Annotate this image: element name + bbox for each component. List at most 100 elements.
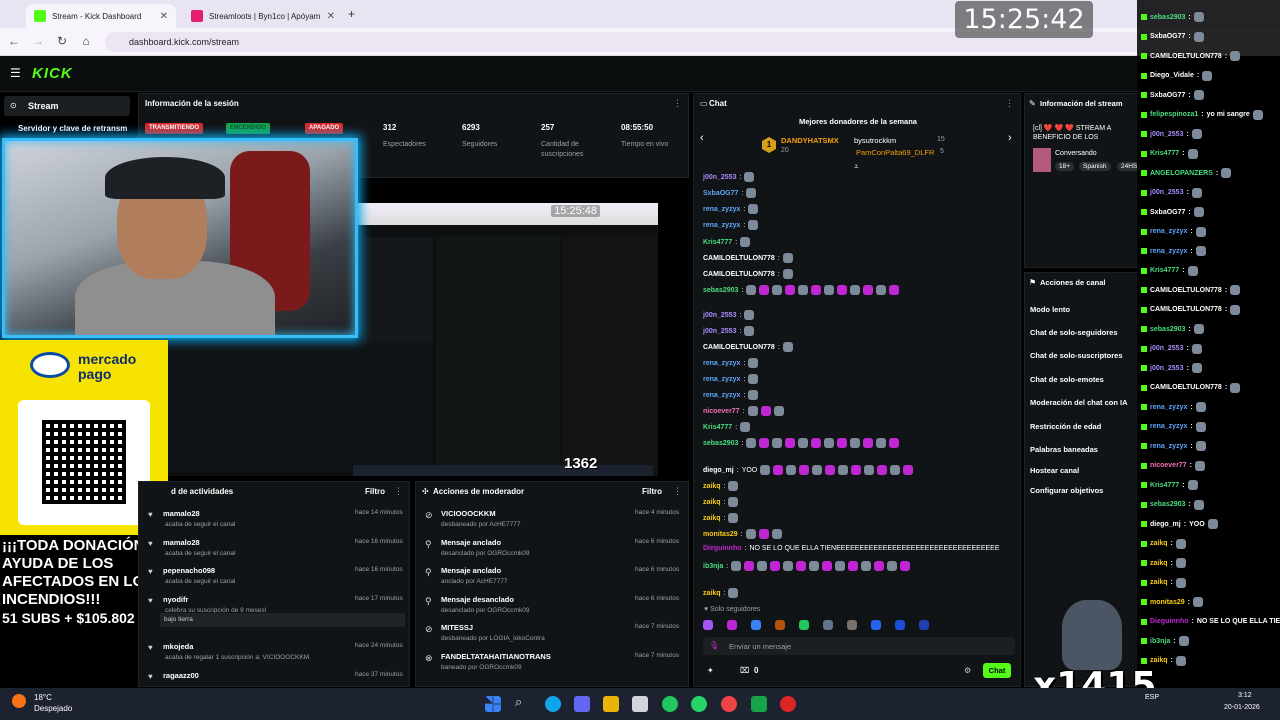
chat-username[interactable]: zaikq <box>703 483 721 490</box>
chat-username[interactable]: rena_zyzyx <box>703 222 740 229</box>
chat-input[interactable]: 🎙 Enviar un mensaje <box>703 637 1015 655</box>
new-tab-icon[interactable]: + <box>348 7 355 21</box>
more-options-icon[interactable]: ⋮ <box>673 98 682 109</box>
gift-icon[interactable]: ⌧ <box>740 666 749 675</box>
channel-action-item[interactable]: Moderación del chat con IA <box>1030 398 1138 407</box>
chat-username[interactable]: CAMILOELTULON778 <box>703 344 775 351</box>
edge-icon[interactable] <box>545 696 561 712</box>
moderator-filter-button[interactable]: Filtro <box>642 487 662 496</box>
chat-username[interactable]: diego_mj <box>703 467 734 474</box>
kick-logo[interactable]: KICK <box>32 65 73 82</box>
file-explorer-icon[interactable] <box>603 696 619 712</box>
emote-icon[interactable] <box>919 620 929 630</box>
tag-spanish[interactable]: Spanish <box>1079 162 1111 171</box>
channel-action-item[interactable]: Configurar objetivos <box>1030 486 1138 495</box>
emote-icon[interactable] <box>703 620 713 630</box>
moderator-action-title[interactable]: Mensaje anclado <box>441 566 501 575</box>
taskbar-time[interactable]: 3:12 <box>1238 692 1252 699</box>
chat-username[interactable]: zaikq <box>703 590 721 597</box>
photos-icon[interactable] <box>632 696 648 712</box>
chat-username[interactable]: Dieguinnho <box>703 545 742 552</box>
whatsapp-icon[interactable] <box>691 696 707 712</box>
chat-username[interactable]: monitas29 <box>703 531 738 538</box>
chat-username[interactable]: nicoever77 <box>703 408 740 415</box>
channel-action-item[interactable]: Chat de solo-suscriptores <box>1030 351 1138 360</box>
nav-stream[interactable]: ⊙ Stream <box>4 96 130 116</box>
moderator-action-title[interactable]: VICIOOOCKKM <box>441 509 496 518</box>
channel-action-item[interactable]: Chat de solo-seguidores <box>1030 328 1138 337</box>
activity-username[interactable]: mamalo28 <box>163 509 200 518</box>
chat-username[interactable]: j00n_2553 <box>703 174 736 181</box>
activity-username[interactable]: mamalo28 <box>163 538 200 547</box>
more-options-icon[interactable]: ⋮ <box>394 486 403 497</box>
expand-chevron-icon[interactable]: ⩡ <box>854 162 859 172</box>
emote-icon[interactable] <box>727 620 737 630</box>
chat-username[interactable]: rena_zyzyx <box>703 360 740 367</box>
points-icon[interactable]: ✦ <box>707 666 714 675</box>
weather-desc[interactable]: Despejado <box>34 704 72 713</box>
channel-action-item[interactable]: Modo lento <box>1030 305 1138 314</box>
chat-username[interactable]: Kris4777 <box>703 424 732 431</box>
menu-icon[interactable]: ☰ <box>10 66 21 80</box>
donors-prev-icon[interactable]: ‹ <box>700 132 704 144</box>
back-icon[interactable]: ← <box>6 34 22 48</box>
close-tab-icon[interactable]: ✕ <box>160 11 168 22</box>
chat-username[interactable]: zaikq <box>703 515 721 522</box>
moderator-action-title[interactable]: Mensaje desanclado <box>441 595 514 604</box>
send-chat-button[interactable]: Chat <box>983 663 1011 678</box>
activity-username[interactable]: ragaazz00 <box>163 671 199 680</box>
donors-next-icon[interactable]: › <box>1008 132 1012 144</box>
home-icon[interactable]: ⌂ <box>78 34 94 48</box>
chat-username[interactable]: j00n_2553 <box>703 328 736 335</box>
moderator-action-title[interactable]: Mensaje anclado <box>441 538 501 547</box>
channel-action-item[interactable]: Hostear canal <box>1030 466 1138 475</box>
chat-username[interactable]: Kris4777 <box>703 239 732 246</box>
emote-icon[interactable] <box>775 620 785 630</box>
language-indicator[interactable]: ESP <box>1145 694 1159 701</box>
channel-action-item[interactable]: Restricción de edad <box>1030 422 1138 431</box>
chat-username[interactable]: CAMILOELTULON778 <box>703 271 775 278</box>
close-tab-icon[interactable]: ✕ <box>327 11 335 22</box>
channel-action-item[interactable]: Palabras baneadas <box>1030 445 1138 454</box>
emote-icon[interactable] <box>847 620 857 630</box>
settings-icon[interactable]: ⚙ <box>964 666 971 675</box>
activity-filter-button[interactable]: Filtro <box>365 487 385 496</box>
emote-icon[interactable] <box>799 620 809 630</box>
tag-18[interactable]: 18+ <box>1055 162 1075 171</box>
more-options-icon[interactable]: ⋮ <box>673 486 682 497</box>
chat-username[interactable]: j00n_2553 <box>703 312 736 319</box>
apps-icon[interactable] <box>574 696 590 712</box>
emote-icon[interactable] <box>895 620 905 630</box>
activity-username[interactable]: mkojeda <box>163 642 193 651</box>
channel-action-item[interactable]: Chat de solo-emotes <box>1030 375 1138 384</box>
reload-icon[interactable]: ↻ <box>54 34 70 48</box>
chat-username[interactable]: ib3nja <box>703 563 723 570</box>
activity-username[interactable]: pepenacho098 <box>163 566 215 575</box>
chat-username[interactable]: rena_zyzyx <box>703 206 740 213</box>
moderator-action-title[interactable]: FANDELTATAHAITIANOTRANS <box>441 652 551 661</box>
emote-icon[interactable] <box>751 620 761 630</box>
xbox-icon[interactable] <box>751 696 767 712</box>
donor-2-name[interactable]: bysutrockkm <box>854 136 896 145</box>
more-options-icon[interactable]: ⋮ <box>1005 98 1014 109</box>
chat-username[interactable]: rena_zyzyx <box>703 392 740 399</box>
weather-temp[interactable]: 18°C <box>34 693 52 702</box>
moderator-action-title[interactable]: MITESSJ <box>441 623 473 632</box>
taskbar-date[interactable]: 20-01-2026 <box>1224 704 1260 711</box>
activity-username[interactable]: nyodifr <box>163 595 188 604</box>
chrome-icon[interactable] <box>721 696 737 712</box>
mic-icon[interactable]: 🎙 <box>709 641 719 650</box>
obs-icon[interactable] <box>780 696 796 712</box>
category-name[interactable]: Conversando <box>1055 150 1097 157</box>
search-icon[interactable]: ⌕ <box>515 694 522 710</box>
tab-kick-dashboard[interactable]: Stream - Kick Dashboard ✕ <box>26 4 176 28</box>
server-key-label[interactable]: Servidor y clave de retransm <box>18 124 127 133</box>
chat-username[interactable]: zaikq <box>703 499 721 506</box>
chat-username[interactable]: SxbaOG77 <box>703 190 738 197</box>
forward-icon[interactable]: → <box>30 34 46 48</box>
chat-username[interactable]: rena_zyzyx <box>703 376 740 383</box>
spotify-icon[interactable] <box>662 696 678 712</box>
chat-username[interactable]: sebas2903 <box>703 440 738 447</box>
emote-icon[interactable] <box>823 620 833 630</box>
chat-username[interactable]: sebas2903 <box>703 287 738 294</box>
